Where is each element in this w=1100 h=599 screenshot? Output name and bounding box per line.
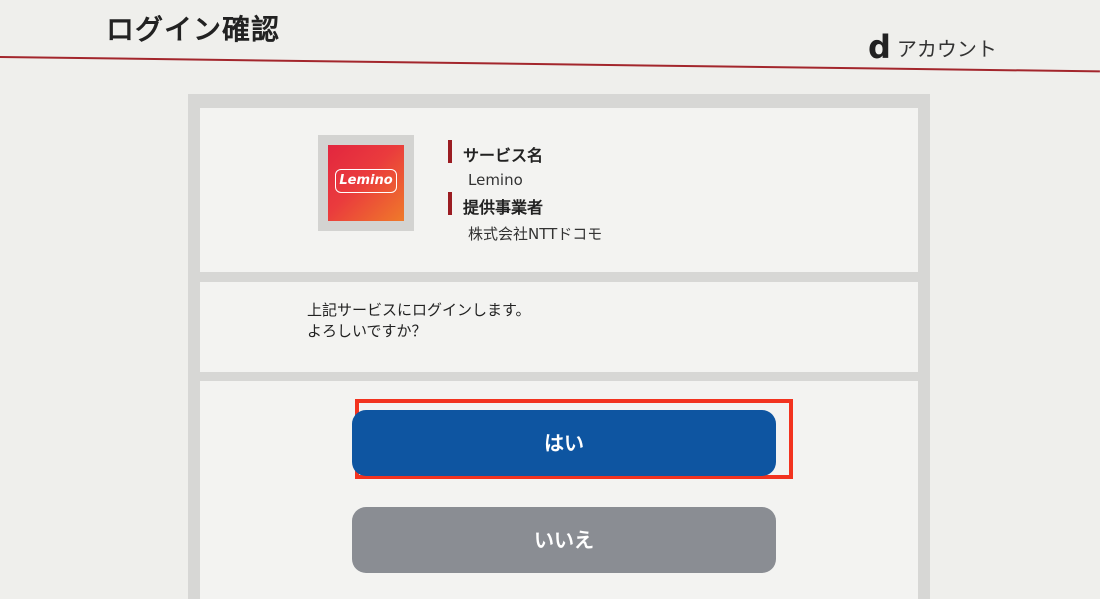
login-confirm-panel: Lemino サービス名 Lemino 提供事業者 株式会社NTTドコモ 上記サ… — [188, 94, 930, 599]
logo-text: Lemino — [339, 173, 393, 188]
confirmation-message: 上記サービスにログインします。 よろしいですか？ — [307, 300, 531, 342]
no-button[interactable]: いいえ — [352, 507, 776, 573]
brand-logo: d アカウント — [868, 28, 997, 66]
page-title: ログイン確認 — [106, 13, 281, 46]
d-account-icon: d — [868, 28, 891, 66]
provider-label: 提供事業者 — [448, 192, 543, 218]
actions-card: はい いいえ — [200, 381, 918, 599]
message-line-1: 上記サービスにログインします。 — [307, 301, 531, 319]
yes-button[interactable]: はい — [352, 410, 776, 476]
confirmation-message-card: 上記サービスにログインします。 よろしいですか？ — [200, 282, 918, 372]
message-line-2: よろしいですか？ — [307, 322, 427, 340]
brand-text: アカウント — [896, 37, 997, 61]
service-logo-frame: Lemino — [318, 135, 414, 231]
service-name-label: サービス名 — [448, 140, 543, 166]
lemino-logo-icon: Lemino — [328, 145, 404, 221]
header: ログイン確認 d アカウント — [0, 0, 1100, 73]
service-name-value: Lemino — [468, 171, 523, 189]
provider-value: 株式会社NTTドコモ — [468, 225, 603, 243]
service-info-card: Lemino サービス名 Lemino 提供事業者 株式会社NTTドコモ — [200, 108, 918, 272]
